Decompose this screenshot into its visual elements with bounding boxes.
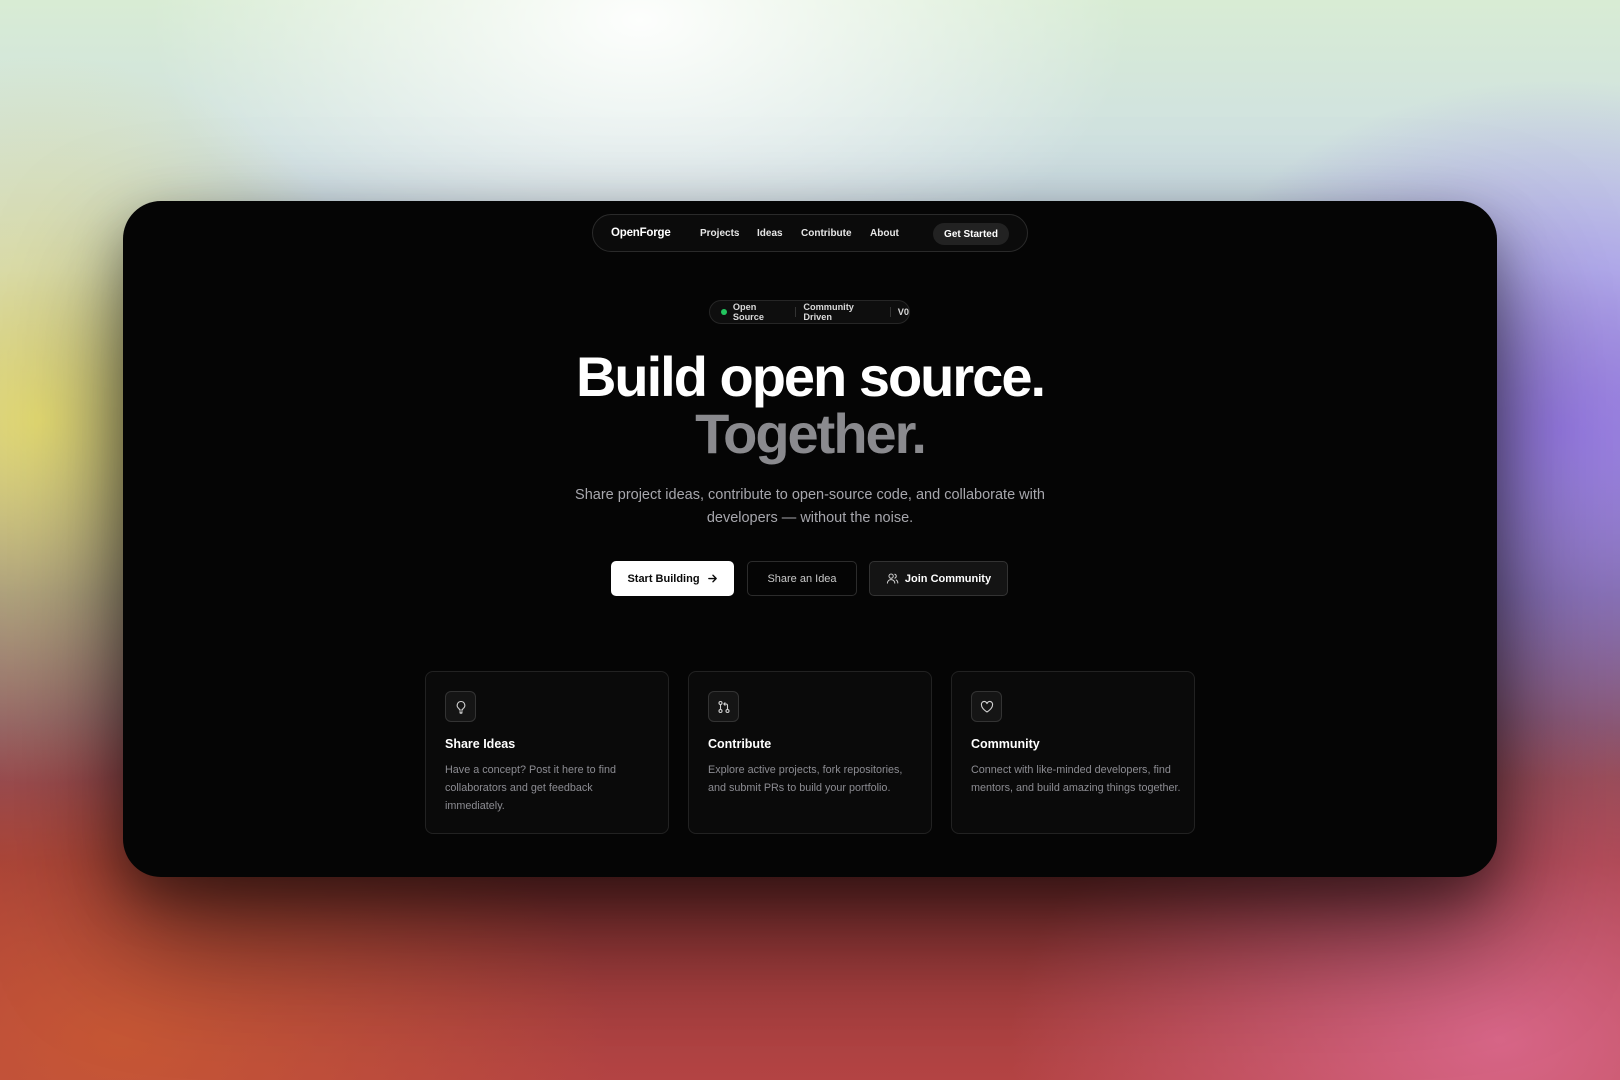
badge-community-driven: Community Driven — [803, 302, 854, 322]
nav-link-projects[interactable]: Projects — [700, 228, 739, 239]
badge-divider — [889, 307, 891, 317]
badge-version: V0 — [897, 307, 909, 317]
feature-title: Contribute — [708, 737, 772, 751]
feature-description: Explore active projects, fork repositori… — [708, 764, 903, 794]
nav-link-ideas[interactable]: Ideas — [757, 228, 783, 239]
hero-subtitle: Share project ideas, contribute to open-… — [575, 487, 1045, 526]
heart-icon — [971, 691, 1002, 722]
app-window: OpenForge Projects Ideas Contribute Abou… — [123, 201, 1497, 877]
feature-card-community[interactable]: Community Connect with like-minded devel… — [951, 671, 1195, 834]
top-nav: OpenForge Projects Ideas Contribute Abou… — [592, 214, 1028, 252]
start-building-button[interactable]: Start Building — [611, 561, 734, 596]
badge-open-source: Open Source — [732, 302, 764, 322]
brand-logo[interactable]: OpenForge — [611, 227, 671, 239]
git-pull-request-icon — [708, 691, 739, 722]
nav-link-about[interactable]: About — [870, 228, 899, 239]
feature-title: Community — [971, 737, 1040, 751]
share-idea-button[interactable]: Share an Idea — [747, 561, 857, 596]
share-idea-label: Share an Idea — [767, 572, 837, 585]
badge-divider — [795, 307, 797, 317]
nav-link-contribute[interactable]: Contribute — [801, 228, 852, 239]
hero-title-accent: Together. — [695, 402, 927, 465]
lightbulb-icon — [445, 691, 476, 722]
get-started-button[interactable]: Get Started — [933, 223, 1009, 245]
arrow-right-icon — [707, 573, 718, 584]
feature-title: Share Ideas — [445, 737, 516, 751]
hero-title: Build open source. — [575, 345, 1046, 408]
feature-description: Connect with like-minded developers, fin… — [971, 764, 1181, 794]
start-building-label: Start Building — [627, 572, 700, 585]
feature-card-contribute[interactable]: Contribute Explore active projects, fork… — [688, 671, 932, 834]
status-dot — [721, 309, 727, 315]
users-icon — [886, 572, 899, 585]
join-community-button[interactable]: Join Community — [869, 561, 1008, 596]
status-badge: Open Source Community Driven V0 — [709, 300, 910, 324]
feature-description: Have a concept? Post it here to find col… — [445, 764, 617, 812]
join-community-label: Join Community — [904, 572, 992, 585]
feature-card-share-ideas[interactable]: Share Ideas Have a concept? Post it here… — [425, 671, 669, 834]
